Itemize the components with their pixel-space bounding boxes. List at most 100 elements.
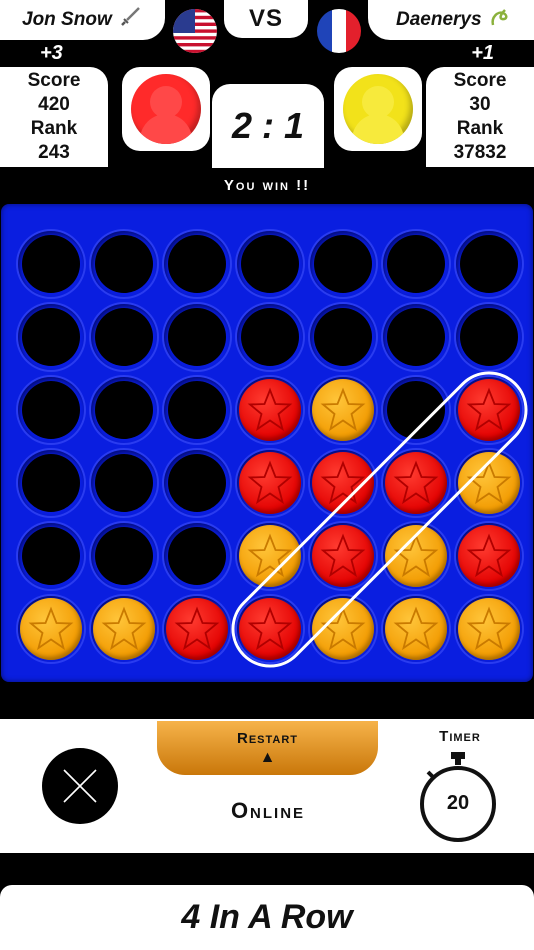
board-cell[interactable] <box>91 304 157 370</box>
board-cell[interactable] <box>18 450 84 516</box>
star-icon <box>466 387 512 432</box>
board-cell[interactable] <box>164 450 230 516</box>
board-cell[interactable] <box>237 596 303 662</box>
board-cell[interactable] <box>164 523 230 589</box>
player-right-avatar[interactable] <box>343 74 413 144</box>
app-title: 4 In A Row <box>0 885 534 950</box>
star-icon <box>320 533 366 578</box>
yellow-disc <box>312 379 374 441</box>
player-left-avatar[interactable] <box>131 74 201 144</box>
board-cell[interactable] <box>164 596 230 662</box>
board-cell[interactable] <box>383 377 449 443</box>
board-cell[interactable] <box>310 523 376 589</box>
board-cell[interactable] <box>18 304 84 370</box>
empty-slot <box>95 308 153 366</box>
rank-label: Rank <box>30 118 78 139</box>
player-right-rank: 37832 <box>453 142 507 163</box>
timer-value: 20 <box>446 792 470 814</box>
france-flag-icon <box>317 9 361 53</box>
board-cell[interactable] <box>18 596 84 662</box>
board-cell[interactable] <box>91 523 157 589</box>
board-cell[interactable] <box>91 377 157 443</box>
score-label: Score <box>453 70 507 91</box>
red-disc <box>385 452 447 514</box>
empty-slot <box>168 454 226 512</box>
board-cell[interactable] <box>383 523 449 589</box>
match-score: 2 : 1 <box>212 84 324 168</box>
player-left-stats: Score 420 Rank 243 <box>0 67 108 167</box>
board-cell[interactable] <box>383 450 449 516</box>
red-disc <box>458 379 520 441</box>
empty-slot <box>387 235 445 293</box>
board-cell[interactable] <box>310 231 376 297</box>
star-icon <box>393 606 439 651</box>
board-cell[interactable] <box>237 523 303 589</box>
red-disc <box>458 525 520 587</box>
board-cell[interactable] <box>310 377 376 443</box>
star-icon <box>247 460 293 505</box>
player-right-avatar-box <box>334 67 422 151</box>
board-cell[interactable] <box>91 231 157 297</box>
empty-slot <box>22 308 80 366</box>
player-right-score-delta: +1 <box>471 42 494 64</box>
star-icon <box>393 460 439 505</box>
board-cell[interactable] <box>383 304 449 370</box>
close-button[interactable] <box>42 748 118 824</box>
empty-slot <box>241 308 299 366</box>
board-cell[interactable] <box>383 596 449 662</box>
board-cell[interactable] <box>237 450 303 516</box>
board-cell[interactable] <box>237 377 303 443</box>
board-cell[interactable] <box>164 231 230 297</box>
board-cell[interactable] <box>456 523 522 589</box>
game-board[interactable] <box>1 204 533 682</box>
star-icon <box>247 387 293 432</box>
empty-slot <box>95 381 153 439</box>
player-right-stats: Score 30 Rank 37832 <box>426 67 534 167</box>
board-cell[interactable] <box>310 596 376 662</box>
player-left-rank: 243 <box>38 142 70 163</box>
board-cell[interactable] <box>237 304 303 370</box>
mode-label: Online <box>230 798 306 823</box>
player-left-name-pill: Jon Snow <box>0 0 165 40</box>
player-left-score-delta: +3 <box>40 42 63 64</box>
empty-slot <box>95 454 153 512</box>
yellow-disc <box>312 598 374 660</box>
red-disc <box>312 452 374 514</box>
empty-slot <box>22 235 80 293</box>
board-cell[interactable] <box>456 231 522 297</box>
player-left-score: 420 <box>38 94 70 115</box>
board-cell[interactable] <box>164 304 230 370</box>
empty-slot <box>168 235 226 293</box>
empty-slot <box>22 454 80 512</box>
yellow-disc <box>458 452 520 514</box>
red-disc <box>239 598 301 660</box>
board-cell[interactable] <box>18 377 84 443</box>
board-cell[interactable] <box>164 377 230 443</box>
player-left-name: Jon Snow <box>22 9 112 30</box>
restart-button[interactable]: Restart ▲ <box>157 721 378 775</box>
board-cell[interactable] <box>456 450 522 516</box>
board-cell[interactable] <box>456 304 522 370</box>
board-cell[interactable] <box>91 596 157 662</box>
star-icon <box>466 460 512 505</box>
board-cell[interactable] <box>18 523 84 589</box>
board-cell[interactable] <box>456 596 522 662</box>
board-cell[interactable] <box>456 377 522 443</box>
board-cell[interactable] <box>310 304 376 370</box>
red-disc <box>166 598 228 660</box>
score-label: Score <box>27 70 81 91</box>
empty-slot <box>460 235 518 293</box>
empty-slot <box>387 308 445 366</box>
star-icon <box>174 606 220 651</box>
board-cell[interactable] <box>18 231 84 297</box>
empty-slot <box>95 527 153 585</box>
dragon-icon <box>488 5 512 35</box>
versus-label: VS <box>224 0 308 38</box>
board-cell[interactable] <box>237 231 303 297</box>
yellow-disc <box>93 598 155 660</box>
game-status: You win !! <box>223 177 311 194</box>
board-cell[interactable] <box>310 450 376 516</box>
board-cell[interactable] <box>91 450 157 516</box>
empty-slot <box>22 381 80 439</box>
board-cell[interactable] <box>383 231 449 297</box>
